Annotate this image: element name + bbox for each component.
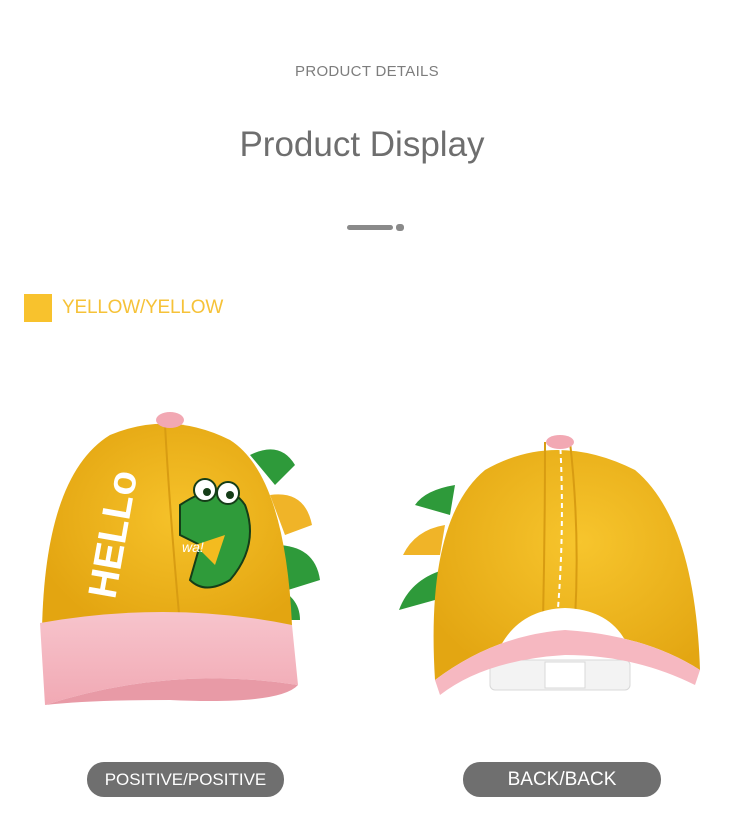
section-eyebrow: PRODUCT DETAILS <box>295 63 439 80</box>
variant-label: YELLOW/YELLOW <box>62 297 224 318</box>
front-view-label: POSITIVE/POSITIVE <box>87 762 284 797</box>
product-details-page: { "header": { "eyebrow": "PRODUCT DETAIL… <box>0 0 750 822</box>
cap-back-image <box>399 435 700 695</box>
color-swatch <box>24 294 52 322</box>
svg-text:wa!: wa! <box>182 539 204 555</box>
cap-front-image: HELLo wa! <box>40 412 320 705</box>
page-title: Product Display <box>239 125 485 164</box>
title-divider <box>347 224 404 231</box>
back-view-label: BACK/BACK <box>463 762 661 797</box>
